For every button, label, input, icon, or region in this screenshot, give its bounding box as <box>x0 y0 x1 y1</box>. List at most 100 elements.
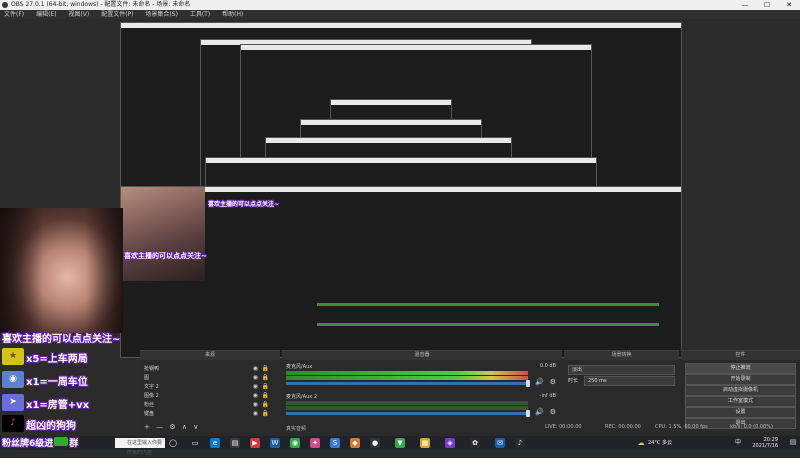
steam-icon[interactable]: S <box>330 438 340 448</box>
source-item[interactable]: 图像 2 ◉ 🔒 <box>144 392 272 400</box>
lock-icon[interactable]: 🔒 <box>262 383 269 391</box>
maximize-button[interactable]: ☐ <box>756 0 778 10</box>
visibility-eye-icon[interactable]: ◉ <box>253 383 258 391</box>
menu-tools[interactable]: 工具(T) <box>190 11 210 18</box>
app-icon[interactable]: ◈ <box>445 438 455 448</box>
status-live: LIVE: 00:00:00 <box>545 424 582 430</box>
source-item[interactable]: 键盘 ◉ 🔒 <box>144 410 272 418</box>
ime-indicator[interactable]: 中 <box>735 436 741 450</box>
notification-icon[interactable]: ▤ <box>788 438 798 448</box>
lock-icon[interactable]: 🔒 <box>262 374 269 382</box>
track-label: 麦克风/Aux <box>286 364 313 370</box>
menu-view[interactable]: 视图(V) <box>68 11 89 18</box>
sources-title: 来源 <box>140 351 280 360</box>
overlay-item: x1=一周车位 <box>26 377 88 388</box>
windows-taskbar: 在这里输入你要搜索的内容 ◯ ▭ e ▤ ▶ W ◉ ✦ S ◆ ● ▼ ▦ ◈… <box>0 436 800 456</box>
controls-title: 控件 <box>681 351 800 360</box>
move-down-icon[interactable]: ∨ <box>193 423 198 431</box>
status-cpu: CPU: 1.5%, 60.00 fps <box>655 424 708 430</box>
remove-source-icon[interactable]: — <box>156 423 163 431</box>
close-button[interactable]: ✕ <box>778 0 800 10</box>
obs-icon[interactable]: ● <box>370 438 380 448</box>
lock-icon[interactable]: 🔒 <box>262 365 269 373</box>
menu-scene-collection[interactable]: 场景集合(S) <box>145 11 178 18</box>
start-recording-button[interactable]: 开始录制 <box>685 374 796 385</box>
clock-date[interactable]: 2021/7/16 <box>752 443 778 450</box>
stop-streaming-button[interactable]: 停止推流 <box>685 363 796 374</box>
menu-profile[interactable]: 配置文件(P) <box>101 11 133 18</box>
lock-icon[interactable]: 🔒 <box>262 410 269 418</box>
visibility-eye-icon[interactable]: ◉ <box>253 410 258 418</box>
app-icon[interactable]: ▦ <box>420 438 430 448</box>
gear-icon[interactable]: ⚙ <box>169 423 175 431</box>
track-db: -inf dB <box>539 393 556 399</box>
gear-icon[interactable]: ⚙ <box>550 408 556 416</box>
edge-icon[interactable]: e <box>210 438 220 448</box>
speaker-icon[interactable]: 🔊 <box>535 408 544 416</box>
app-icon[interactable]: ◆ <box>350 438 360 448</box>
settings-button[interactable]: 设置 <box>685 407 796 418</box>
virtual-camera-button[interactable]: 启动虚拟摄像机 <box>685 385 796 396</box>
nested-overlay-text: 喜欢主播的可以点点关注~ <box>208 201 280 208</box>
source-item[interactable]: 文字 2 ◉ 🔒 <box>144 383 272 391</box>
speaker-icon[interactable]: 🔊 <box>535 378 544 386</box>
overlay-item: x5=上车两局 <box>26 354 88 365</box>
visibility-eye-icon[interactable]: ◉ <box>253 401 258 409</box>
visibility-eye-icon[interactable]: ◉ <box>253 365 258 373</box>
sources-toolbar: + — ⚙ ∧ ∨ <box>144 423 198 431</box>
mixer-track: 麦克风/Aux 2 -inf dB 🔊 ⚙ <box>286 393 558 421</box>
transitions-title: 场景转换 <box>564 351 679 360</box>
app-icon[interactable]: ▶ <box>250 438 260 448</box>
track-db: 0.0 dB <box>539 363 556 369</box>
mixer-footer: 真实音频 <box>286 426 307 432</box>
taskbar-search[interactable]: 在这里输入你要搜索的内容 <box>115 438 165 456</box>
app-icon[interactable]: ✦ <box>310 438 320 448</box>
menu-help[interactable]: 帮助(H) <box>222 11 243 18</box>
wechat-icon <box>54 437 69 446</box>
mixer-title: 混音器 <box>282 351 562 360</box>
app-icon[interactable]: W <box>270 438 280 448</box>
lock-icon[interactable]: 🔒 <box>262 401 269 409</box>
audio-mixer-dock: 混音器 麦克风/Aux 0.0 dB 🔊 ⚙ 麦克风/Aux 2 -inf dB… <box>282 350 562 437</box>
weather-icon[interactable]: ☁ <box>636 438 646 448</box>
transition-type-select[interactable]: 淡出 <box>568 365 675 375</box>
status-bitrate: kb/s: 0.0 (0.00%) <box>730 424 773 430</box>
star-icon: ★ <box>2 348 24 365</box>
task-view-icon[interactable]: ▭ <box>190 438 200 448</box>
task-view-icon[interactable]: ◯ <box>168 438 178 448</box>
menu-edit[interactable]: 编辑(E) <box>36 11 56 18</box>
obs-logo-icon <box>2 2 8 8</box>
add-source-icon[interactable]: + <box>144 423 150 431</box>
lock-icon[interactable]: 🔒 <box>262 392 269 400</box>
volume-slider-knob[interactable] <box>526 380 530 387</box>
level-meter <box>286 401 528 405</box>
window-title: OBS 27.0.1 (64-bit, windows) - 配置文件: 未命名… <box>11 1 191 8</box>
source-item[interactable]: 图 ◉ 🔒 <box>144 374 272 382</box>
app-icon[interactable]: ✉ <box>495 438 505 448</box>
move-up-icon[interactable]: ∧ <box>182 423 187 431</box>
rocket-icon: ➤ <box>2 394 24 411</box>
volume-slider-knob[interactable] <box>526 410 530 417</box>
volume-slider[interactable] <box>286 382 528 385</box>
studio-mode-button[interactable]: 工作室模式 <box>685 396 796 407</box>
app-icon[interactable]: ✿ <box>470 438 480 448</box>
visibility-eye-icon[interactable]: ◉ <box>253 392 258 400</box>
minimize-button[interactable]: — <box>734 0 756 10</box>
volume-slider[interactable] <box>286 412 528 415</box>
duration-input[interactable]: 250 ms <box>584 376 675 386</box>
level-meter <box>286 371 528 375</box>
fan-badge-text: 粉丝牌6级进群 <box>2 437 79 449</box>
level-meter <box>286 406 528 410</box>
source-item[interactable]: 粉丝 ◉ 🔒 <box>144 401 272 409</box>
gear-icon[interactable]: ⚙ <box>550 378 556 386</box>
app-icon[interactable]: ▼ <box>395 438 405 448</box>
app-icon[interactable]: ♪ <box>515 438 525 448</box>
app-icon[interactable]: ◉ <box>290 438 300 448</box>
file-explorer-icon[interactable]: ▤ <box>230 438 240 448</box>
nested-preview-frame <box>120 186 682 358</box>
status-rec: REC: 00:00:00 <box>605 424 641 430</box>
overlay-item: x1=房管+vx <box>26 400 90 411</box>
source-item[interactable]: 抢钢鸭 ◉ 🔒 <box>144 365 272 373</box>
visibility-eye-icon[interactable]: ◉ <box>253 374 258 382</box>
menu-file[interactable]: 文件(F) <box>4 11 24 18</box>
